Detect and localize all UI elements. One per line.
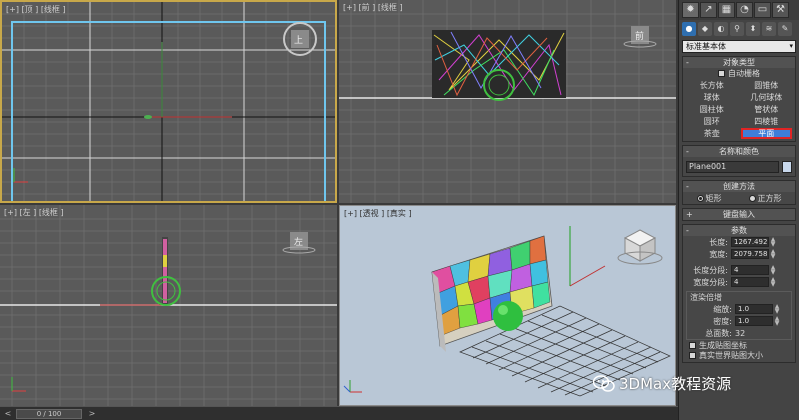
torus-button[interactable]: 圆环: [686, 116, 738, 127]
primitive-type-dropdown[interactable]: 标准基本体 ▾: [682, 40, 796, 53]
render-multipliers-group: 渲染倍增 缩放: 1.0 ▲ ▼ 密度: 1.0 ▲ ▼ 总面数: 32: [686, 291, 792, 340]
spacewarps-icon[interactable]: ≋: [762, 22, 776, 36]
shapes-icon[interactable]: ◆: [698, 22, 712, 36]
prev-frame-button[interactable]: <: [2, 408, 14, 419]
length-field[interactable]: 1267.492: [731, 237, 769, 247]
width-segs-spinner[interactable]: ▲ ▼: [769, 277, 777, 288]
keyboard-entry-header[interactable]: + 键盘输入: [683, 209, 795, 220]
faces-value: 32: [735, 328, 746, 338]
cone-button[interactable]: 圆锥体: [741, 80, 793, 91]
keyboard-entry-rollout: + 键盘输入: [682, 208, 796, 221]
3dsmax-window: [+] [顶 ] [线框 ] 上 [+] [前] [线框] 前 [+] [左…: [0, 0, 799, 420]
motion-tab-icon[interactable]: ◔: [736, 2, 753, 18]
width-row: 宽度: 2079.758 ▲ ▼: [709, 248, 777, 260]
chevron-down-icon: ▾: [789, 42, 793, 50]
utilities-tab-icon[interactable]: ⚒: [772, 2, 789, 18]
object-type-header[interactable]: - 对象类型: [683, 57, 795, 68]
dropdown-value: 标准基本体: [686, 42, 726, 51]
box-button[interactable]: 长方体: [686, 80, 738, 91]
object-color-swatch[interactable]: [782, 160, 792, 173]
creation-method-rollout: - 创建方法 矩形 正方形: [682, 180, 796, 205]
parameters-header[interactable]: - 参数: [683, 225, 795, 236]
viewcube-front-face[interactable]: 前: [635, 29, 644, 42]
viewcube-left-face[interactable]: 左: [294, 235, 303, 248]
real-world-map-checkbox[interactable]: [689, 351, 696, 359]
time-slider-bar: < 0 / 100 >: [0, 406, 678, 420]
watermark-text: 3DMax教程资源: [619, 375, 732, 393]
viewport-left[interactable]: [+] [左 ] [线框 ] 左: [0, 205, 337, 406]
viewcube-top-face[interactable]: 上: [294, 33, 303, 46]
lights-icon[interactable]: ◐: [714, 22, 728, 36]
modify-tab-icon[interactable]: ↗: [700, 2, 717, 18]
density-spinner[interactable]: ▲ ▼: [773, 316, 781, 327]
tube-button[interactable]: 管状体: [741, 104, 793, 115]
next-frame-button[interactable]: >: [86, 408, 98, 419]
scale-field[interactable]: 1.0: [735, 304, 773, 314]
length-row: 长度: 1267.492 ▲ ▼: [709, 236, 777, 248]
density-row: 密度: 1.0 ▲ ▼: [713, 315, 781, 327]
viewport-top[interactable]: [+] [顶 ] [线框 ] 上: [0, 0, 337, 203]
helpers-icon[interactable]: ⬍: [746, 22, 760, 36]
rectangle-option[interactable]: 矩形: [696, 193, 722, 204]
create-categories: ● ◆ ◐ ⚲ ⬍ ≋ ✎: [679, 20, 799, 38]
gen-map-coords-checkbox[interactable]: [689, 341, 696, 349]
sphere-button[interactable]: 球体: [686, 92, 738, 103]
command-panel-tabs: ✹ ↗ ▦ ◔ ▭ ⚒: [679, 0, 799, 20]
display-tab-icon[interactable]: ▭: [754, 2, 771, 18]
wechat-icon: [593, 374, 615, 392]
command-panel: ✹ ↗ ▦ ◔ ▭ ⚒ ● ◆ ◐ ⚲ ⬍ ≋ ✎ 标准基本体 ▾ - 对象类型 …: [678, 0, 799, 420]
scale-row: 缩放: 1.0 ▲ ▼: [713, 303, 781, 315]
object-type-buttons: 长方体 圆锥体 球体 几何球体 圆柱体 管状体 圆环 四棱锥 茶壶 平面: [683, 78, 795, 141]
width-segs-field[interactable]: 4: [731, 277, 769, 287]
scale-spinner[interactable]: ▲ ▼: [773, 304, 781, 315]
autogrid-row[interactable]: 自动栅格: [683, 68, 795, 78]
viewport-perspective-label[interactable]: [+] [透视 ] [真实 ]: [344, 208, 412, 219]
cameras-icon[interactable]: ⚲: [730, 22, 744, 36]
width-spinner[interactable]: ▲ ▼: [769, 249, 777, 260]
parameters-rollout: - 参数 长度: 1267.492 ▲ ▼ 宽度: 2079.758 ▲ ▼ 长度分段…: [682, 224, 796, 363]
geometry-icon[interactable]: ●: [682, 22, 696, 36]
square-option[interactable]: 正方形: [748, 193, 782, 204]
radio-icon: [696, 194, 704, 202]
length-segs-spinner[interactable]: ▲ ▼: [769, 265, 777, 276]
name-color-header[interactable]: - 名称和颜色: [683, 146, 795, 157]
width-field[interactable]: 2079.758: [731, 249, 769, 259]
create-tab-icon[interactable]: ✹: [682, 2, 699, 18]
top-grid: [2, 2, 335, 201]
hierarchy-tab-icon[interactable]: ▦: [718, 2, 735, 18]
cylinder-button[interactable]: 圆柱体: [686, 104, 738, 115]
teapot-button[interactable]: 茶壶: [686, 128, 738, 139]
real-world-map-label: 真实世界贴图大小: [699, 350, 763, 360]
faces-row: 总面数: 32: [705, 328, 746, 338]
pyramid-button[interactable]: 四棱锥: [741, 116, 793, 127]
object-name-field[interactable]: Plane001: [686, 160, 779, 173]
density-field[interactable]: 1.0: [735, 316, 773, 326]
real-world-map-row[interactable]: 真实世界贴图大小: [683, 350, 795, 360]
gen-map-coords-row[interactable]: 生成贴图坐标: [683, 340, 795, 350]
width-segs-row: 宽度分段: 4 ▲ ▼: [693, 276, 777, 288]
length-spinner[interactable]: ▲ ▼: [769, 237, 777, 248]
creation-method-header[interactable]: - 创建方法: [683, 181, 795, 192]
length-segs-field[interactable]: 4: [731, 265, 769, 275]
systems-icon[interactable]: ✎: [778, 22, 792, 36]
autogrid-checkbox[interactable]: [718, 69, 725, 77]
object-type-rollout: - 对象类型 自动栅格 长方体 圆锥体 球体 几何球体 圆柱体 管状体 圆环 四棱…: [682, 56, 796, 142]
front-grid: [339, 0, 676, 203]
viewport-left-label[interactable]: [+] [左 ] [线框 ]: [4, 207, 64, 218]
geosphere-button[interactable]: 几何球体: [741, 92, 793, 103]
watermark: 3DMax教程资源: [593, 373, 731, 394]
time-slider[interactable]: 0 / 100: [16, 409, 82, 419]
autogrid-label: 自动栅格: [728, 68, 760, 78]
name-color-rollout: - 名称和颜色 Plane001: [682, 145, 796, 177]
length-segs-row: 长度分段: 4 ▲ ▼: [693, 264, 777, 276]
left-grid: [0, 205, 337, 406]
viewport-front[interactable]: [+] [前 ] [线框 ] 前: [339, 0, 676, 203]
viewport-top-label[interactable]: [+] [顶 ] [线框 ]: [6, 4, 66, 15]
radio-icon: [748, 194, 756, 202]
plane-button[interactable]: 平面: [740, 128, 792, 139]
viewport-front-label[interactable]: [+] [前 ] [线框 ]: [343, 2, 403, 13]
